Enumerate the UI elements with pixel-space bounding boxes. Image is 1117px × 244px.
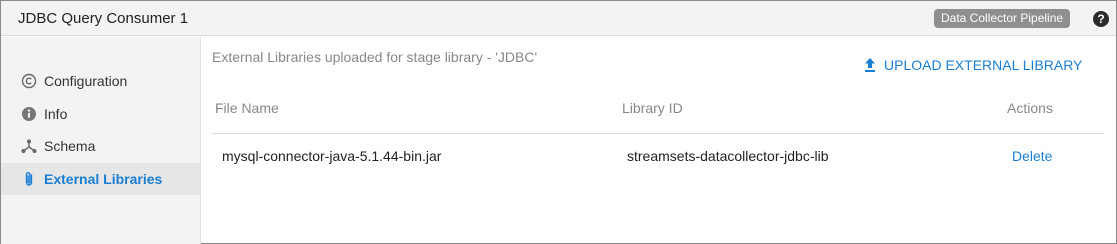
upload-icon (865, 58, 875, 72)
pipeline-type-badge: Data Collector Pipeline (934, 9, 1071, 28)
sidebar-item-info[interactable]: Info (1, 98, 200, 130)
sidebar-item-external-libraries[interactable]: External Libraries (1, 163, 200, 195)
info-icon (22, 107, 36, 121)
delete-button[interactable]: Delete (1012, 148, 1052, 164)
section-subtitle: External Libraries uploaded for stage li… (212, 49, 538, 65)
title-bar: JDBC Query Consumer 1 Data Collector Pip… (1, 1, 1116, 36)
file-name-cell: mysql-connector-java-5.1.44-bin.jar (222, 148, 442, 164)
help-icon[interactable]: ? (1093, 11, 1109, 27)
sidebar-item-schema[interactable]: Schema (1, 130, 200, 162)
sidebar-item-label: Configuration (44, 73, 128, 89)
upload-label: UPLOAD EXTERNAL LIBRARY (884, 57, 1083, 73)
stage-title: JDBC Query Consumer 1 (18, 10, 189, 27)
library-id-cell: streamsets-datacollector-jdbc-lib (627, 148, 829, 164)
sidebar: Configuration Info Schema External Libra… (1, 37, 201, 244)
stage-panel: JDBC Query Consumer 1 Data Collector Pip… (0, 0, 1117, 244)
column-header-library-id: Library ID (622, 100, 683, 116)
sidebar-item-label: External Libraries (44, 171, 163, 187)
copyright-circle-icon (21, 73, 37, 89)
paperclip-icon (25, 172, 33, 186)
table-header-divider (212, 133, 1104, 134)
external-libraries-panel: External Libraries uploaded for stage li… (202, 37, 1116, 244)
sidebar-item-label: Info (44, 106, 68, 122)
sidebar-item-configuration[interactable]: Configuration (1, 65, 200, 97)
schema-icon (21, 139, 37, 153)
column-header-actions: Actions (1007, 100, 1053, 116)
sidebar-item-label: Schema (44, 138, 96, 154)
column-header-file-name: File Name (215, 100, 279, 116)
